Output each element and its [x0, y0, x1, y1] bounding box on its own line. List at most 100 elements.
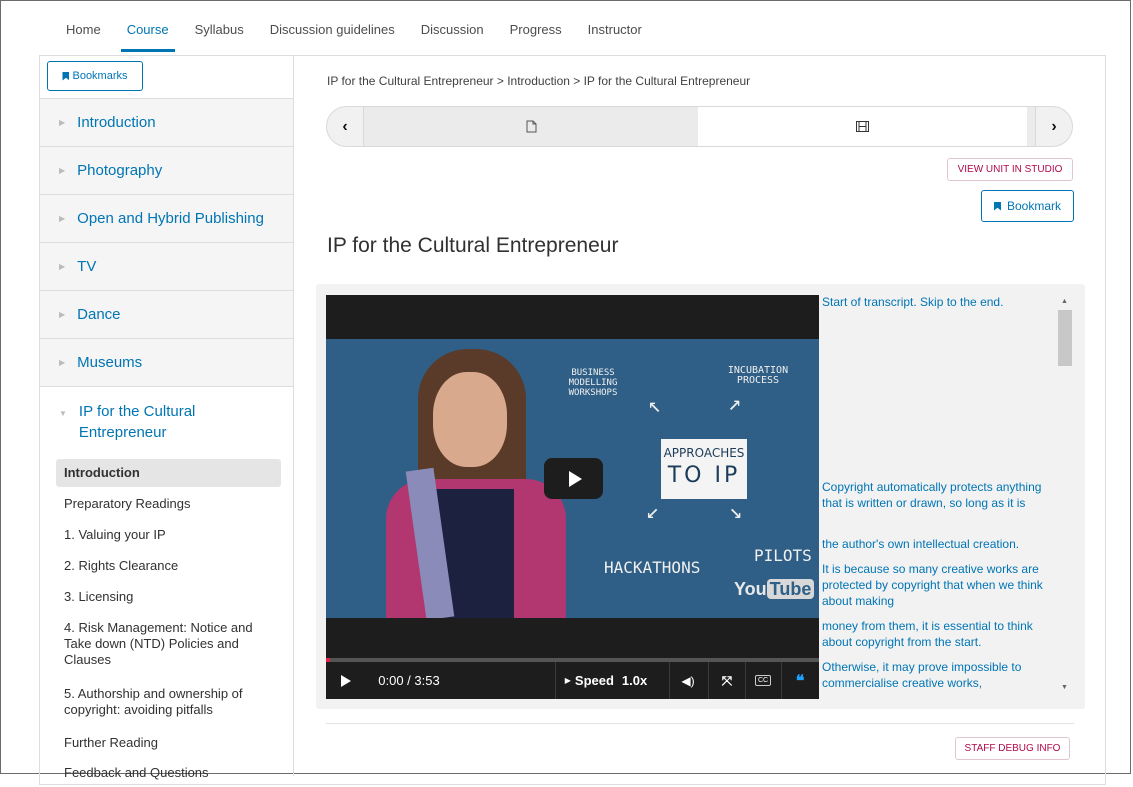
tab-discussion-guidelines[interactable]: Discussion guidelines — [270, 22, 395, 58]
chalk-approaches-box: APPROACHES TO IP — [661, 439, 747, 499]
scrollbar-thumb[interactable] — [1058, 310, 1072, 366]
chevron-right-icon: › — [1051, 117, 1057, 135]
subsection-feedback[interactable]: Feedback and Questions — [56, 759, 281, 787]
closed-captions-icon: CC — [754, 675, 772, 686]
chapter-tv[interactable]: ▶ TV — [40, 242, 293, 290]
staff-debug-button[interactable]: STAFF DEBUG INFO — [955, 737, 1070, 760]
caret-down-icon: ▼ — [59, 409, 67, 418]
chevron-left-icon: ‹ — [342, 117, 348, 135]
subsection-authorship[interactable]: 5. Authorship and ownership of copyright… — [56, 680, 281, 724]
unit-title: IP for the Cultural Entrepreneur — [327, 234, 619, 257]
play-button[interactable] — [332, 662, 360, 699]
tab-syllabus[interactable]: Syllabus — [195, 22, 244, 58]
presenter-face — [433, 372, 507, 467]
document-icon — [526, 120, 536, 133]
scroll-up-icon[interactable]: ▲ — [1061, 298, 1068, 305]
controls-divider — [708, 662, 709, 699]
next-unit-button[interactable]: › — [1035, 106, 1073, 147]
captions-button[interactable]: CC — [751, 662, 775, 699]
chapter-label: Museums — [77, 354, 143, 371]
bookmark-icon — [993, 201, 1001, 211]
transcript-line[interactable]: Copyright automatically protects anythin… — [822, 479, 1058, 511]
youtube-logo: You Tube — [734, 579, 815, 600]
video-time: 0:00 / 3:53 — [378, 673, 440, 688]
controls-divider — [745, 662, 746, 699]
chalk-business-modelling: BUSINESS MODELLING WORKSHOPS — [568, 368, 618, 398]
controls-divider — [669, 662, 670, 699]
transcript-line[interactable]: the author's own intellectual creation. — [822, 536, 1019, 552]
video-icon — [856, 121, 869, 132]
sequence-tab-video[interactable] — [698, 106, 1027, 147]
breadcrumb: IP for the Cultural Entrepreneur > Intro… — [327, 74, 751, 88]
subsection-risk-management[interactable]: 4. Risk Management: Notice and Take down… — [56, 614, 281, 674]
chapter-museums[interactable]: ▶ Museums — [40, 338, 293, 386]
bookmarks-label: Bookmarks — [72, 70, 128, 82]
video-controls: 0:00 / 3:53 ▶ Speed 1.0x ◀) ⤧ CC ❝ — [326, 662, 819, 699]
chapter-dance[interactable]: ▶ Dance — [40, 290, 293, 338]
caret-right-icon: ▶ — [59, 262, 66, 271]
chalk-to-ip: TO IP — [667, 463, 741, 488]
tab-instructor[interactable]: Instructor — [588, 22, 642, 58]
chapter-label: Introduction — [77, 114, 156, 131]
sequence-tab-next-partial[interactable] — [1027, 106, 1035, 147]
transcript-line[interactable]: money from them, it is essential to thin… — [822, 618, 1058, 650]
transcript-line[interactable]: It is because so many creative works are… — [822, 561, 1058, 609]
tab-home[interactable]: Home — [66, 22, 101, 58]
tab-discussion[interactable]: Discussion — [421, 22, 484, 58]
fullscreen-icon: ⤧ — [721, 672, 733, 688]
subsection-preparatory-readings[interactable]: Preparatory Readings — [56, 490, 281, 518]
volume-icon: ◀) — [681, 673, 695, 688]
subsection-introduction[interactable]: Introduction — [56, 459, 281, 487]
chapter-label: Photography — [77, 162, 163, 179]
subsection-valuing-ip[interactable]: 1. Valuing your IP — [56, 521, 281, 549]
chalk-incubation: INCUBATION PROCESS — [727, 365, 789, 386]
scroll-down-icon[interactable]: ▼ — [1061, 684, 1068, 691]
caret-right-icon: ▶ — [59, 310, 66, 319]
volume-button[interactable]: ◀) — [676, 662, 700, 699]
chalk-pilots: PILOTS — [754, 546, 812, 565]
chapter-ip-cultural-entrepreneur[interactable]: ▼ IP for the Cultural Entrepreneur — [40, 386, 293, 446]
subsection-licensing[interactable]: 3. Licensing — [56, 583, 281, 611]
arrow-down-right-icon: ↘ — [729, 499, 743, 524]
bookmarks-button[interactable]: Bookmarks — [47, 61, 143, 91]
transcript-scrollbar[interactable]: ▲ ▼ — [1058, 296, 1072, 696]
caret-right-icon: ▶ — [59, 166, 66, 175]
controls-divider — [781, 662, 782, 699]
chapter-label: IP for the Cultural Entrepreneur — [78, 403, 196, 441]
chapter-introduction[interactable]: ▶ Introduction — [40, 98, 293, 146]
previous-unit-button[interactable]: ‹ — [326, 106, 364, 147]
view-in-studio-button[interactable]: VIEW UNIT IN STUDIO — [947, 158, 1073, 181]
tab-course[interactable]: Course — [120, 22, 175, 52]
fullscreen-button[interactable]: ⤧ — [715, 662, 739, 699]
subsection-rights-clearance[interactable]: 2. Rights Clearance — [56, 552, 281, 580]
chapter-label: Dance — [77, 306, 121, 323]
chapter-label: TV — [77, 258, 97, 275]
bookmark-label: Bookmark — [1006, 199, 1062, 213]
transcript-toggle-button[interactable]: ❝ — [788, 662, 812, 699]
caret-right-icon: ▶ — [59, 358, 66, 367]
play-icon — [341, 674, 351, 687]
transcript-line[interactable]: Otherwise, it may prove impossible to co… — [822, 659, 1058, 691]
quote-icon: ❝ — [795, 672, 805, 690]
sequence-nav: ‹ › — [326, 106, 1073, 147]
speed-label: Speed — [574, 673, 614, 688]
chapter-label: Open and Hybrid Publishing — [77, 210, 264, 227]
bookmark-button[interactable]: Bookmark — [981, 190, 1074, 222]
chapter-open-hybrid-publishing[interactable]: ▶ Open and Hybrid Publishing — [40, 194, 293, 242]
tab-progress[interactable]: Progress — [510, 22, 562, 58]
course-tabs: Home Course Syllabus Discussion guidelin… — [66, 22, 668, 58]
caret-right-icon: ▶ — [564, 676, 571, 685]
chapter-photography[interactable]: ▶ Photography — [40, 146, 293, 194]
speed-button[interactable]: ▶ Speed 1.0x — [556, 662, 656, 699]
course-sidebar: Bookmarks ▶ Introduction ▶ Photography ▶… — [40, 56, 294, 780]
transcript-panel: Start of transcript. Skip to the end. Co… — [822, 294, 1058, 704]
transcript-skip-link[interactable]: Start of transcript. Skip to the end. — [822, 294, 1003, 310]
bookmark-icon — [62, 71, 70, 81]
subsection-further-reading[interactable]: Further Reading — [56, 729, 281, 757]
arrow-up-right-icon: ↗ — [728, 391, 742, 416]
sequence-tab-document[interactable] — [364, 106, 698, 147]
youtube-you: You — [734, 579, 767, 599]
arrow-up-left-icon: ↖ — [648, 393, 662, 418]
play-overlay-button[interactable] — [544, 458, 603, 499]
speed-value: 1.0x — [621, 673, 648, 688]
